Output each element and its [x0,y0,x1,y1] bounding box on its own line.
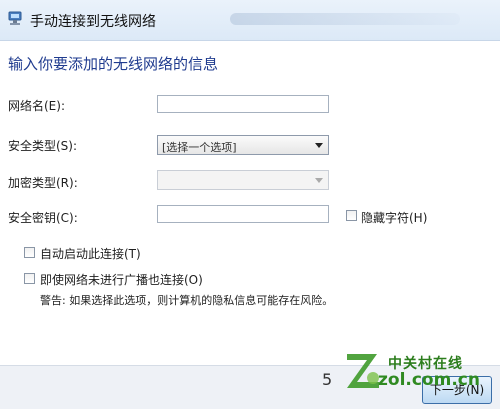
window-title: 手动连接到无线网络 [30,14,156,30]
page-number: 5 [322,370,333,389]
chevron-down-icon [315,178,323,183]
page-heading: 输入你要添加的无线网络的信息 [8,55,219,73]
encryption-type-select[interactable] [157,170,329,190]
encryption-type-label: 加密类型(R): [8,176,78,190]
security-key-input[interactable] [158,209,328,226]
network-name-label: 网络名(E): [8,99,65,113]
privacy-warning: 警告: 如果选择此选项，则计算机的隐私信息可能存在风险。 [40,294,334,307]
security-type-label: 安全类型(S): [8,139,78,153]
hide-chars-checkbox[interactable] [346,210,357,221]
title-bar: 手动连接到无线网络 [0,0,500,41]
zol-logo-icon [347,354,379,388]
connect-hidden-label: 即使网络未进行广播也连接(O) [40,273,203,287]
network-name-input[interactable] [158,99,328,116]
network-icon [8,11,22,25]
security-key-field[interactable] [157,205,329,226]
security-type-select[interactable]: [选择一个选项] [157,135,329,155]
hide-chars-label: 隐藏字符(H) [361,211,428,225]
chevron-down-icon [315,143,323,148]
auto-start-label: 自动启动此连接(T) [40,247,141,261]
connect-hidden-checkbox[interactable] [24,273,35,284]
title-bar-blur [230,13,460,25]
network-name-field[interactable] [157,95,329,116]
security-key-label: 安全密钥(C): [8,211,78,225]
auto-start-checkbox[interactable] [24,247,35,258]
security-type-value: [选择一个选项] [162,141,237,154]
watermark-line2: zol.com.cn [378,370,480,390]
